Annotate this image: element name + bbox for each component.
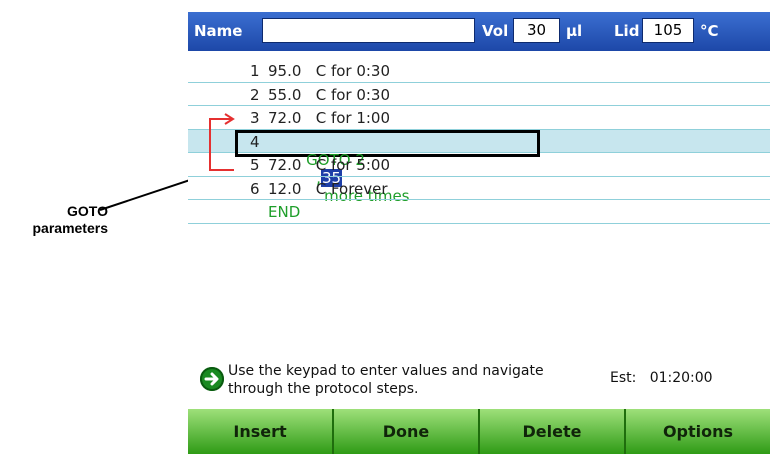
hint-line2: through the protocol steps. (228, 381, 419, 397)
end-marker: END (268, 203, 301, 221)
step-text: 55.0 C for 0:30 (268, 85, 391, 104)
step-text: 72.0 C for 5:00 (268, 156, 391, 174)
step-number: 6 (250, 179, 260, 198)
header-bar: Name Vol 30 µl Lid 105 °C (188, 12, 770, 51)
step-row-6[interactable]: 6 12.0 C Forever (188, 177, 770, 200)
callout-line2: parameters (32, 220, 109, 236)
step-row-1[interactable]: 1 95.0 C for 0:30 (188, 59, 770, 83)
options-button[interactable]: Options (626, 409, 770, 454)
step-row-5[interactable]: 5 72.0 C for 5:00 (188, 153, 770, 177)
softkey-bar: Insert Done Delete Options (188, 409, 770, 454)
hint-line1: Use the keypad to enter values and navig… (228, 363, 544, 379)
callout-line1: GOTO (67, 203, 108, 219)
step-text: 95.0 C for 0:30 (268, 62, 391, 80)
step-row-2[interactable]: 2 55.0 C for 0:30 (188, 83, 770, 106)
insert-button[interactable]: Insert (188, 409, 334, 454)
volume-field[interactable]: 30 (513, 18, 560, 43)
green-arrow-icon (200, 367, 224, 391)
step-number: 1 (250, 62, 260, 80)
step-text: 12.0 C Forever (268, 179, 388, 198)
step-text: 72.0 C for 1:00 (268, 109, 391, 127)
vol-unit-label: µl (566, 22, 583, 40)
step-number: 2 (250, 85, 260, 104)
step-number: 5 (250, 156, 260, 174)
step-row-end[interactable]: END (188, 200, 770, 224)
vol-label: Vol (482, 22, 509, 40)
lid-temperature-field[interactable]: 105 (642, 18, 694, 43)
protocol-editor-screen: Name Vol 30 µl Lid 105 °C 1 95.0 C for 0… (188, 12, 770, 454)
lid-label: Lid (614, 22, 640, 40)
loop-arrow-icon (209, 113, 235, 171)
goto-parameters-callout: GOTO parameters (2, 203, 109, 237)
estimated-time: Est: 01:20:00 (610, 370, 713, 386)
name-field[interactable] (262, 18, 475, 43)
delete-button[interactable]: Delete (480, 409, 626, 454)
done-button[interactable]: Done (334, 409, 480, 454)
step-row-4-goto[interactable]: 4 GOTO 2 ,35 more times (188, 129, 770, 205)
protocol-steps-list: 1 95.0 C for 0:30 2 55.0 C for 0:30 3 72… (188, 59, 770, 224)
lid-unit-label: °C (700, 22, 719, 40)
keypad-hint: Use the keypad to enter values and navig… (228, 362, 608, 398)
step-row-3[interactable]: 3 72.0 C for 1:00 (188, 106, 770, 130)
name-label: Name (194, 22, 243, 40)
step-number: 4 (250, 132, 260, 151)
step-number: 3 (250, 109, 260, 127)
